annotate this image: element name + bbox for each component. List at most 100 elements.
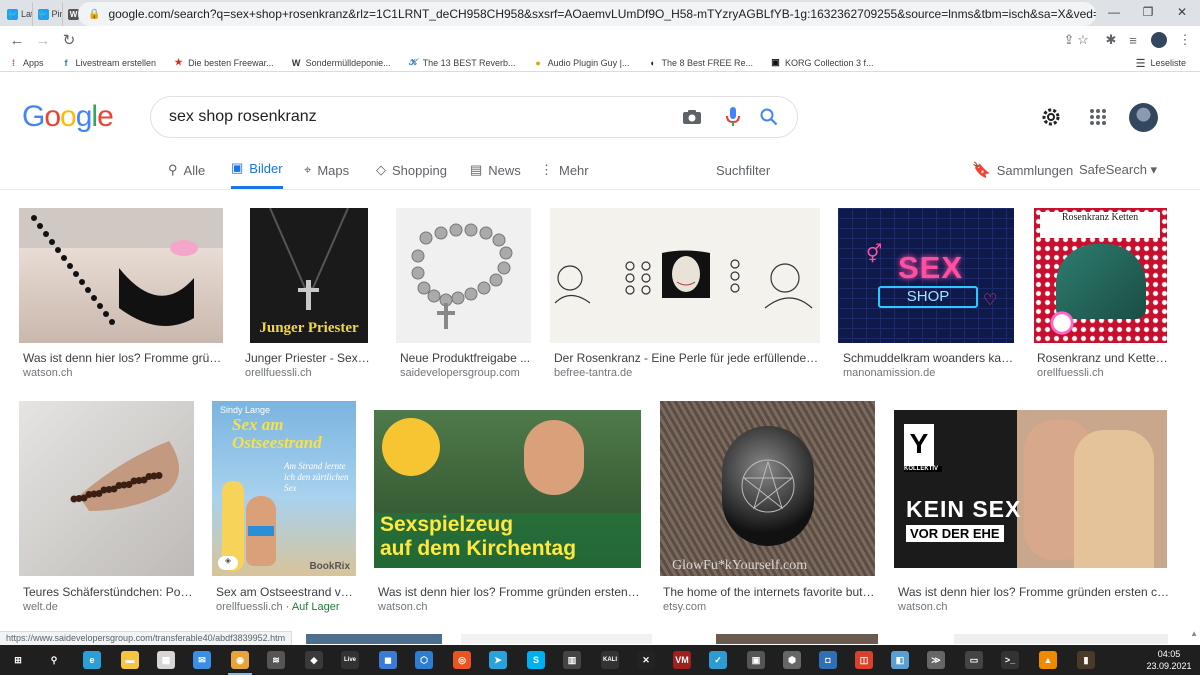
result-thumbnail[interactable]: Junger Priester: [250, 208, 368, 343]
result-title[interactable]: Schmuddelkram woanders kau...: [843, 351, 1015, 365]
bookmark-item[interactable]: ★ Die besten Freewar...: [173, 57, 274, 68]
taskbar-app[interactable]: ◘: [810, 645, 846, 675]
taskbar-app[interactable]: ▲: [1030, 645, 1066, 675]
result-title[interactable]: The home of the internets favorite butt.…: [663, 585, 875, 599]
result-thumbnail[interactable]: GlowFu*kYourself.com: [660, 401, 875, 576]
result-source[interactable]: manonamission.de: [843, 367, 1015, 379]
bookmark-item[interactable]: W Sondermülldeponie...: [291, 57, 391, 68]
taskbar-app[interactable]: >_: [992, 645, 1028, 675]
result-title[interactable]: Rosenkranz und Ketten...: [1037, 351, 1170, 365]
result-thumbnail-partial[interactable]: [716, 634, 878, 644]
taskbar-app[interactable]: ✉: [184, 645, 220, 675]
back-arrow-icon[interactable]: ←: [4, 27, 30, 53]
result-title[interactable]: Teures Schäferstündchen: Poli...: [23, 585, 195, 599]
result-title[interactable]: Neue Produktfreigabe ...: [400, 351, 535, 365]
taskbar-app[interactable]: ⊞: [0, 645, 36, 675]
account-avatar[interactable]: [1129, 103, 1158, 132]
browser-tab[interactable]: 🐦Late: [2, 2, 33, 26]
result-source[interactable]: orellfuessli.ch · Auf Lager: [216, 601, 356, 613]
settings-gear-icon[interactable]: [1036, 102, 1066, 132]
result-source[interactable]: welt.de: [23, 601, 195, 613]
result-title[interactable]: Junger Priester - Sex i...: [245, 351, 370, 365]
bookmark-item[interactable]: f Livestream erstellen: [61, 57, 157, 68]
tab-bilder[interactable]: ▣ Bilder: [231, 150, 283, 189]
microphone-icon[interactable]: [718, 96, 748, 138]
taskbar-app[interactable]: e: [74, 645, 110, 675]
tab-alle[interactable]: ⚲ Alle: [168, 150, 205, 190]
safesearch-dropdown[interactable]: SafeSearch ▾: [1079, 150, 1157, 190]
result-title[interactable]: Sex am Ostseestrand vo...: [216, 585, 356, 599]
result-source[interactable]: saidevelopersgroup.com: [400, 367, 535, 379]
result-thumbnail[interactable]: SEX SHOP ⚥ ♡: [838, 208, 1014, 343]
result-thumbnail[interactable]: Sexspielzeug auf dem Kirchentag: [374, 410, 641, 568]
reload-icon[interactable]: ↻: [56, 27, 82, 53]
result-source[interactable]: etsy.com: [663, 601, 875, 613]
taskbar-app[interactable]: ≋: [258, 645, 294, 675]
result-thumbnail[interactable]: [19, 401, 194, 576]
taskbar-app[interactable]: ≫: [918, 645, 954, 675]
result-title[interactable]: Der Rosenkranz - Eine Perle für jede erf…: [554, 351, 819, 365]
result-title[interactable]: Was ist denn hier los? Fromme gründen er…: [898, 585, 1170, 599]
forward-arrow-icon[interactable]: →: [30, 27, 56, 53]
result-thumbnail-partial[interactable]: [461, 634, 652, 644]
taskbar-app[interactable]: VM: [664, 645, 700, 675]
omnibox[interactable]: 🔒 google.com/search?q=sex+shop+rosenkran…: [78, 2, 1096, 26]
tab-news[interactable]: ▤ News: [470, 150, 521, 190]
profile-icon[interactable]: [1148, 26, 1170, 54]
extensions-icon[interactable]: ✱: [1100, 26, 1122, 54]
browser-tab[interactable]: 🐦Pin: [33, 2, 63, 26]
taskbar-app[interactable]: ✕: [628, 645, 664, 675]
result-title[interactable]: Was ist denn hier los? Fromme grün...: [23, 351, 223, 365]
result-source[interactable]: orellfuessli.ch: [245, 367, 370, 379]
result-source[interactable]: befree-tantra.de: [554, 367, 819, 379]
bookmark-item[interactable]: 𝒦 The 13 BEST Reverb...: [408, 57, 516, 68]
taskbar-app[interactable]: ➤: [480, 645, 516, 675]
taskbar-app[interactable]: ⚲: [36, 645, 72, 675]
bookmark-star-icon[interactable]: ☆: [1072, 26, 1094, 54]
taskbar-app[interactable]: ▮: [1068, 645, 1104, 675]
bookmark-item[interactable]: ● Audio Plugin Guy |...: [533, 57, 629, 68]
result-thumbnail[interactable]: [396, 208, 531, 343]
taskbar-app[interactable]: KALI: [592, 645, 628, 675]
result-thumbnail[interactable]: [19, 208, 223, 343]
close-window-icon[interactable]: ✕: [1164, 0, 1200, 24]
system-clock[interactable]: 04:05 23.09.2021: [1144, 648, 1194, 672]
reading-queue-icon[interactable]: ≡: [1122, 26, 1144, 54]
taskbar-app[interactable]: ▥: [554, 645, 590, 675]
camera-icon[interactable]: [677, 96, 707, 138]
tab-shopping[interactable]: ◇ Shopping: [376, 150, 447, 190]
minimize-icon[interactable]: —: [1096, 0, 1132, 24]
taskbar-app[interactable]: ▣: [738, 645, 774, 675]
taskbar-app[interactable]: ◆: [296, 645, 332, 675]
result-source[interactable]: watson.ch: [898, 601, 1170, 613]
result-title[interactable]: Was ist denn hier los? Fromme gründen er…: [378, 585, 643, 599]
scroll-arrow-icon[interactable]: ▲: [1190, 629, 1198, 638]
taskbar-app[interactable]: ◎: [444, 645, 480, 675]
taskbar-app[interactable]: ✓: [700, 645, 736, 675]
maximize-icon[interactable]: ❐: [1130, 0, 1166, 24]
taskbar-app[interactable]: ⬢: [774, 645, 810, 675]
result-thumbnail-partial[interactable]: [306, 634, 442, 644]
taskbar-app[interactable]: Live: [332, 645, 368, 675]
taskbar-app[interactable]: ◉: [222, 645, 258, 675]
taskbar-app[interactable]: ▬: [112, 645, 148, 675]
reading-list-button[interactable]: ☰ Leseliste: [1136, 54, 1186, 72]
result-thumbnail[interactable]: Sindy Lange Sex am Ostseestrand Am Strand …: [212, 401, 356, 576]
bookmark-item[interactable]: ⁞ Apps: [8, 57, 44, 68]
taskbar-app[interactable]: ▦: [148, 645, 184, 675]
result-source[interactable]: watson.ch: [378, 601, 643, 613]
taskbar-app[interactable]: ◫: [846, 645, 882, 675]
tab-mehr[interactable]: ⋮ Mehr: [540, 150, 589, 190]
result-thumbnail-partial[interactable]: [954, 634, 1168, 644]
google-apps-grid-icon[interactable]: [1083, 102, 1113, 132]
result-thumbnail[interactable]: Y KOLLEKTIV KEIN SEX VOR DER EHE: [894, 410, 1167, 568]
taskbar-app[interactable]: ⬡: [406, 645, 442, 675]
taskbar-app[interactable]: ▭: [956, 645, 992, 675]
search-submit-icon[interactable]: [754, 96, 784, 138]
tab-maps[interactable]: ⌖ Maps: [304, 150, 349, 190]
taskbar-app[interactable]: ◧: [882, 645, 918, 675]
bookmark-item[interactable]: ▣ KORG Collection 3 f...: [770, 57, 873, 68]
taskbar-app[interactable]: S: [518, 645, 554, 675]
result-source[interactable]: watson.ch: [23, 367, 223, 379]
result-source[interactable]: orellfuessli.ch: [1037, 367, 1170, 379]
